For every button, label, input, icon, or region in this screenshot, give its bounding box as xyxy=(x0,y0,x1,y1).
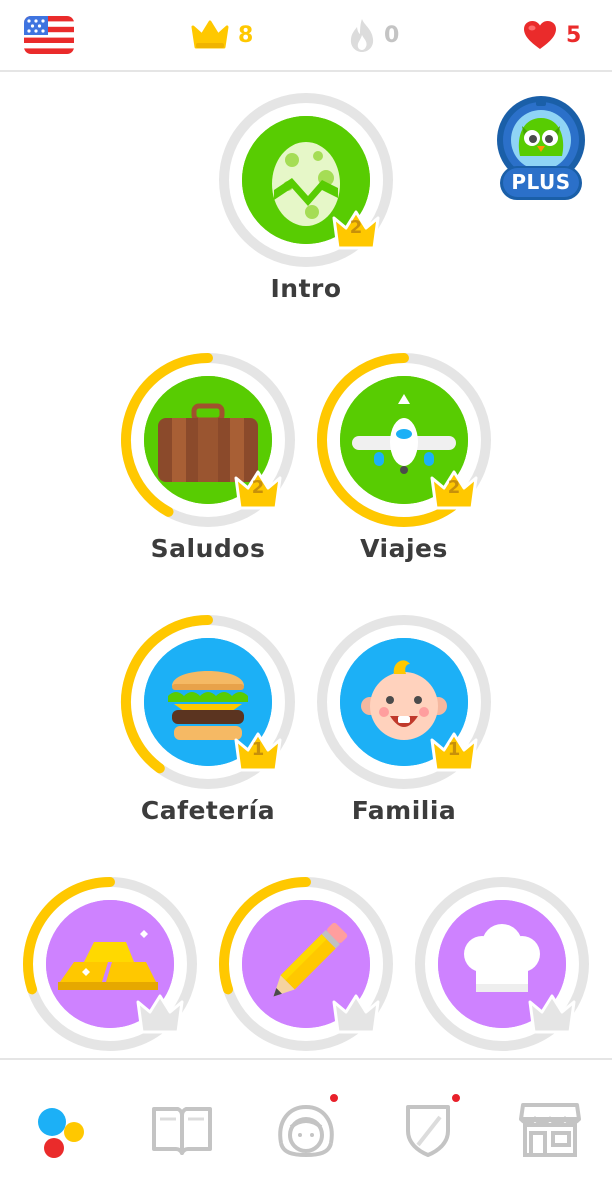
stories-book-icon xyxy=(152,1107,212,1155)
hearts-count: 5 xyxy=(566,22,582,48)
nav-profile[interactable] xyxy=(270,1092,342,1162)
nav-learn[interactable] xyxy=(24,1098,96,1162)
nav-leagues[interactable] xyxy=(392,1092,464,1162)
crown-level: 2 xyxy=(447,477,461,498)
notification-dot xyxy=(450,1092,462,1104)
nav-stories[interactable] xyxy=(146,1098,218,1162)
streak-count: 0 xyxy=(384,22,400,48)
crown-level: 1 xyxy=(251,739,265,760)
crown-icon xyxy=(191,20,229,49)
learn-icon xyxy=(38,1108,84,1158)
profile-avatar-icon xyxy=(278,1104,334,1158)
bottom-nav xyxy=(0,1058,612,1200)
heart-icon xyxy=(524,21,556,49)
crown-level: 2 xyxy=(349,217,363,238)
crown-level: 1 xyxy=(447,739,461,760)
crown-level: 2 xyxy=(251,477,265,498)
leagues-shield-icon xyxy=(406,1105,450,1157)
plus-label: PLUS xyxy=(511,170,571,194)
skill-label: Intro xyxy=(270,274,342,303)
us-flag-icon xyxy=(24,16,74,54)
flame-icon xyxy=(350,19,374,52)
streak-counter[interactable]: 0 xyxy=(348,0,399,70)
notification-dot xyxy=(328,1092,340,1104)
nav-shop[interactable] xyxy=(514,1098,586,1162)
skill-label: Familia xyxy=(351,796,457,825)
skill-label: Viajes xyxy=(360,534,448,563)
crowns-counter[interactable]: 8 xyxy=(190,0,253,70)
crown-locked-icon xyxy=(332,994,380,1034)
crown-locked-icon xyxy=(136,994,184,1034)
language-flag-button[interactable] xyxy=(24,0,74,70)
hearts-counter[interactable]: 5 xyxy=(522,0,581,70)
top-bar: 8 0 5 xyxy=(0,0,612,72)
crown-locked-icon xyxy=(528,994,576,1034)
plus-badge-button[interactable]: PLUS xyxy=(494,96,588,206)
shop-icon xyxy=(519,1103,581,1157)
skill-label: Saludos xyxy=(150,534,266,563)
crowns-count: 8 xyxy=(238,22,254,48)
skill-label: Cafetería xyxy=(140,796,276,825)
